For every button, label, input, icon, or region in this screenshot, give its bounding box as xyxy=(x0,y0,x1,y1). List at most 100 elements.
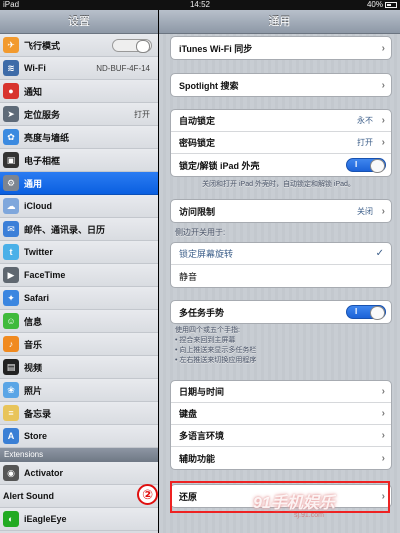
passcode-label: 密码锁定 xyxy=(179,138,216,148)
sidebar-item-label: 亮度与墙纸 xyxy=(24,132,70,143)
location-icon: ➤ xyxy=(3,106,19,122)
sidebar-item[interactable]: ◐ iEagleEye xyxy=(0,508,158,531)
battery-icon xyxy=(385,2,397,8)
sidebar-item[interactable]: ≋ Wi-Fi ND-BUF-4F-14 xyxy=(0,57,158,80)
sidebar-item[interactable]: ● 通知 xyxy=(0,80,158,103)
side-switch-rotation-lock[interactable]: 锁定屏幕旋转 ✓ xyxy=(171,243,391,265)
sidebar-item[interactable]: ✈ 飞行模式 xyxy=(0,34,158,57)
passcode-value: 打开 xyxy=(357,138,373,147)
sidebar-item-label: Twitter xyxy=(24,247,53,257)
sidebar-item-label: 通知 xyxy=(24,86,43,97)
sidebar-item[interactable]: ✦ Safari xyxy=(0,287,158,310)
multitasking-row: 多任务手势 I xyxy=(171,301,391,323)
chevron-right-icon: › xyxy=(381,408,385,419)
sidebar-item[interactable]: ◉ Activator xyxy=(0,462,158,485)
eagle-icon: ◐ xyxy=(3,511,19,527)
sidebar-item-value: ND-BUF-4F-14 xyxy=(96,63,150,73)
sidebar-item-label: 照片 xyxy=(24,385,43,396)
restrictions-value: 关闭 xyxy=(357,206,373,216)
passcode-row[interactable]: 密码锁定 打开 › xyxy=(171,132,391,154)
autolock-value: 永不 xyxy=(357,116,373,125)
sidebar-item[interactable]: ≡ 备忘录 xyxy=(0,402,158,425)
callout-number: ② xyxy=(137,484,158,505)
chevron-right-icon: › xyxy=(381,115,385,126)
battery-percent: 40% xyxy=(366,0,383,9)
sidebar-item[interactable]: ♪ 音乐 xyxy=(0,333,158,356)
spotlight-group: Spotlight 搜索 › xyxy=(170,73,392,97)
sidebar-item[interactable]: ▶ FaceTime xyxy=(0,264,158,287)
sidebar-item[interactable]: ❀ 照片 xyxy=(0,379,158,402)
spotlight-row[interactable]: Spotlight 搜索 › xyxy=(171,74,391,96)
sidebar-item-value: 打开 xyxy=(134,109,150,119)
extensions-list: ◉ Activator Alert Sound ◐ iEagleEye xyxy=(0,462,158,531)
sidebar-item[interactable]: A Store xyxy=(0,425,158,448)
sidebar-item[interactable]: t Twitter xyxy=(0,241,158,264)
chevron-right-icon: › xyxy=(381,205,385,217)
keyboard-label: 键盘 xyxy=(179,409,198,419)
restrictions-row[interactable]: 访问限制 关闭 › xyxy=(171,200,391,222)
sidebar-item[interactable]: ➤ 定位服务 打开 xyxy=(0,103,158,126)
sidebar-item-label: Activator xyxy=(24,468,64,478)
watermark-site: sj.91.com xyxy=(294,512,324,519)
rotation-lock-label: 锁定屏幕旋转 xyxy=(179,249,234,259)
sidebar-item-label: 定位服务 xyxy=(24,109,61,120)
sidebar-item-label: 邮件、通讯录、日历 xyxy=(24,224,106,235)
store-icon: A xyxy=(3,428,19,444)
international-row[interactable]: 多语言环境 › xyxy=(171,425,391,447)
checkmark-icon: ✓ xyxy=(375,248,384,259)
side-switch-title: 侧边开关用于: xyxy=(175,228,226,237)
sidebar-title: 设置 xyxy=(0,10,158,34)
side-switch-mute[interactable]: 静音 xyxy=(171,265,391,287)
brightness-icon: ✿ xyxy=(3,129,19,145)
battery-indicator: 40% xyxy=(367,0,397,10)
gesture-note-line: • 捏合来回到主屏幕 xyxy=(175,337,236,344)
sidebar-list: ✈ 飞行模式 ≋ Wi-Fi ND-BUF-4F-14 ● 通知 ➤ 定位服务 打开 ✿ 亮度与墙纸 ▣… xyxy=(0,34,158,448)
sidebar-item[interactable]: ✉ 邮件、通讯录、日历 xyxy=(0,218,158,241)
itunes-group: iTunes Wi-Fi 同步 › xyxy=(170,36,392,60)
accessibility-row[interactable]: 辅助功能 › xyxy=(171,447,391,469)
sidebar-item-label: 通用 xyxy=(24,178,43,189)
sidebar-item-label: Safari xyxy=(24,293,50,303)
activator-icon: ◉ xyxy=(3,465,19,481)
cover-lock-toggle[interactable]: I xyxy=(346,158,386,173)
sidebar-item-label: 视频 xyxy=(24,362,43,373)
chevron-right-icon: › xyxy=(381,452,385,464)
autolock-row[interactable]: 自动锁定 永不 › xyxy=(171,110,391,132)
sidebar-item[interactable]: ✿ 亮度与墙纸 xyxy=(0,126,158,149)
sidebar-item[interactable]: ▤ 视频 xyxy=(0,356,158,379)
multitasking-group: 多任务手势 I xyxy=(170,300,392,324)
sidebar-item[interactable]: ⚙ 通用 xyxy=(0,172,158,195)
battery-fill xyxy=(387,4,391,6)
multitasking-toggle[interactable]: I xyxy=(346,305,386,320)
pane-title: 通用 xyxy=(159,10,400,34)
notification-icon: ● xyxy=(3,83,19,99)
sidebar-item[interactable]: ▣ 电子相框 xyxy=(0,149,158,172)
sidebar-item[interactable]: ☺ 信息 xyxy=(0,310,158,333)
settings-sidebar: 设置 ✈ 飞行模式 ≋ Wi-Fi ND-BUF-4F-14 ● 通知 ➤ 定位服务 打开 ✿ 亮度与… xyxy=(0,10,158,533)
date-time-row[interactable]: 日期与时间 › xyxy=(171,381,391,403)
date-time-label: 日期与时间 xyxy=(179,387,225,397)
mute-label: 静音 xyxy=(179,271,198,282)
sidebar-item[interactable]: Alert Sound xyxy=(0,485,158,508)
airplane-mode-toggle[interactable] xyxy=(112,39,152,53)
keyboard-row[interactable]: 键盘 › xyxy=(171,403,391,425)
sidebar-item[interactable]: ☁ iCloud xyxy=(0,195,158,218)
watermark-logo: 91手机娱乐 xyxy=(253,495,335,512)
safari-icon: ✦ xyxy=(3,290,19,306)
mail-icon: ✉ xyxy=(3,221,19,237)
autolock-label: 自动锁定 xyxy=(179,116,216,126)
sidebar-item-label: 信息 xyxy=(24,316,43,327)
itunes-wifi-sync-row[interactable]: iTunes Wi-Fi 同步 › xyxy=(171,37,391,59)
messages-icon: ☺ xyxy=(3,313,19,329)
sidebar-item-label: iCloud xyxy=(24,201,52,211)
clock: 14:52 xyxy=(189,0,211,9)
sidebar-item-label: FaceTime xyxy=(24,270,66,280)
gesture-note: 使用四个或五个手指: • 捏合来回到主屏幕 • 向上推送来显示多任务栏 • 左右… xyxy=(175,326,390,366)
airplane-icon: ✈ xyxy=(3,37,19,53)
extensions-header: Extensions xyxy=(0,448,158,462)
picture-frame-icon: ▣ xyxy=(3,152,19,168)
sidebar-item-label: Alert Sound xyxy=(3,491,54,501)
photos-icon: ❀ xyxy=(3,382,19,398)
general-pane: 通用 iTunes Wi-Fi 同步 › Spotlight 搜索 › 自动锁定… xyxy=(159,10,400,533)
accessibility-label: 辅助功能 xyxy=(179,453,216,464)
